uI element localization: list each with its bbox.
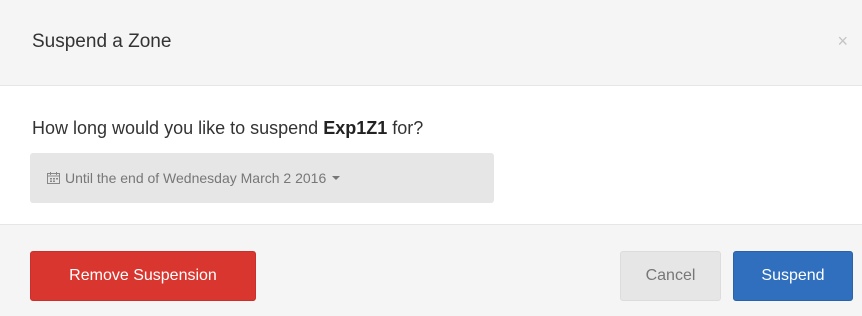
suspension-duration-dropdown[interactable]: Until the end of Wednesday March 2 2016 <box>30 153 494 203</box>
dialog-footer: Remove Suspension Cancel Suspend <box>0 224 862 316</box>
suspend-button[interactable]: Suspend <box>733 251 853 301</box>
cancel-button[interactable]: Cancel <box>620 251 721 301</box>
duration-selected-value: Until the end of Wednesday March 2 2016 <box>65 170 327 186</box>
close-icon[interactable]: × <box>837 31 848 51</box>
suspend-zone-dialog: Suspend a Zone × How long would you like… <box>0 0 862 316</box>
dialog-title: Suspend a Zone <box>32 31 172 52</box>
dialog-body: How long would you like to suspend Exp1Z… <box>0 86 862 224</box>
prompt-text-after: for? <box>387 118 424 138</box>
dialog-header: Suspend a Zone × <box>0 0 862 86</box>
remove-suspension-button[interactable]: Remove Suspension <box>30 251 256 301</box>
zone-name: Exp1Z1 <box>323 118 388 138</box>
caret-down-icon <box>332 176 341 180</box>
suspend-prompt: How long would you like to suspend Exp1Z… <box>32 117 423 139</box>
prompt-text-before: How long would you like to suspend <box>32 118 324 138</box>
calendar-icon <box>47 172 60 184</box>
